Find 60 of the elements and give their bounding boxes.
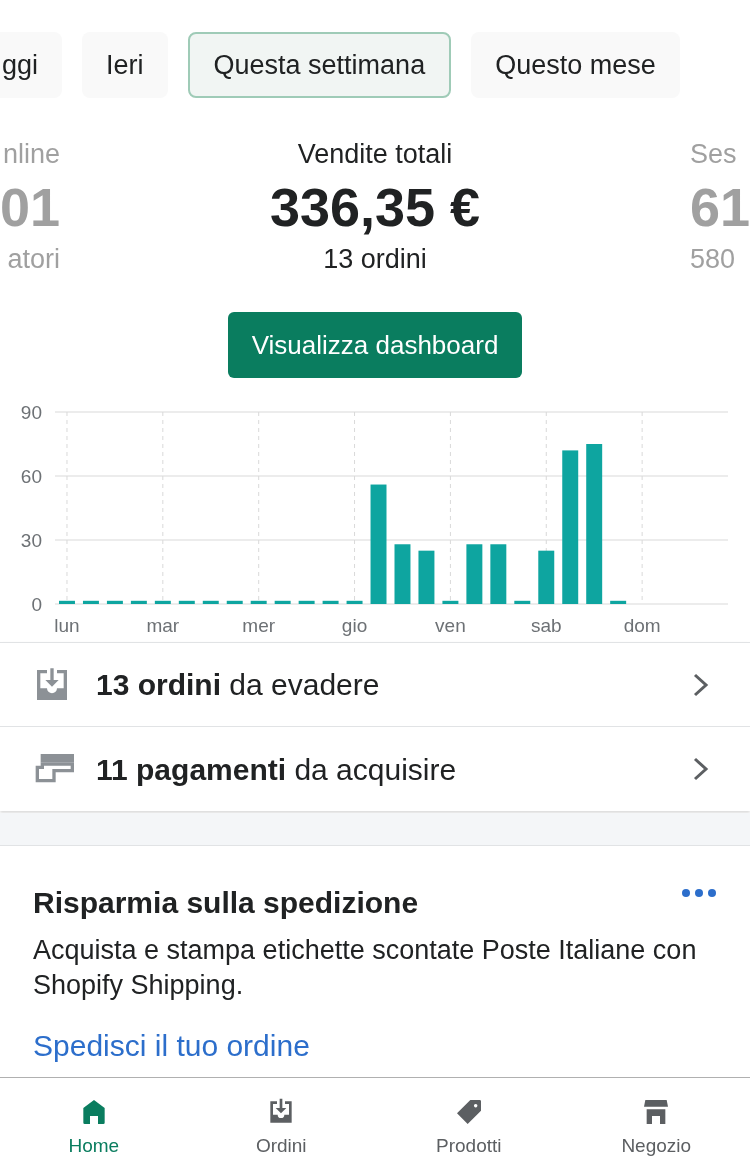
chart-bar [442, 600, 459, 604]
task-row[interactable]: 13 ordini da evadere [0, 643, 750, 727]
axis-label: 0 [31, 594, 42, 615]
stat-value: 61 [689, 175, 750, 239]
period-tab[interactable]: ggi [0, 32, 63, 98]
axis-label: gio [341, 615, 368, 636]
chart-bar [298, 600, 315, 604]
axis-label: 30 [20, 530, 42, 551]
task-text: 11 pagamenti da acquisire [96, 751, 458, 788]
axis-label: 60 [20, 466, 42, 487]
chart-bar [490, 544, 507, 604]
chart-bar [82, 600, 99, 604]
period-tab[interactable]: Questo mese [471, 32, 680, 98]
task-text: 13 ordini da evadere [96, 667, 381, 703]
chart-bar [130, 600, 147, 604]
period-tab[interactable]: Questa settimana [187, 32, 452, 98]
chart-bar [610, 600, 627, 604]
chevron-right-icon [692, 671, 710, 698]
more-icon[interactable] [681, 888, 717, 898]
chart-bar [538, 550, 555, 604]
stat-value: 336,35 € [269, 175, 481, 239]
card-body: Acquista e stampa etichette scontate Poste Italiane con Shopify Shipping. [33, 934, 698, 1002]
stat-subtitle: atori [7, 242, 61, 276]
axis-label: sab [530, 615, 562, 636]
card-title: Risparmia sulla spedizione [33, 885, 419, 921]
nav-tab[interactable]: Ordini [206, 1078, 357, 1169]
dashboard-button[interactable]: Visualizza dashboard [227, 312, 523, 378]
nav-tab[interactable]: Prodotti [393, 1078, 544, 1169]
axis-label: mer [242, 615, 276, 636]
stat-value: 01 [0, 175, 61, 239]
period-tab[interactable]: Ieri [82, 32, 168, 98]
axis-label: dom [623, 615, 661, 636]
chart-bar [418, 550, 435, 604]
chart-bar [154, 600, 171, 604]
stat-title: Vendite totali [297, 138, 453, 171]
chart-bar [250, 600, 267, 604]
chart-bar [178, 600, 195, 604]
chart-bar [346, 600, 363, 604]
nav-tab[interactable]: Negozio [581, 1078, 732, 1169]
axis-label: mar [146, 615, 180, 636]
nav-tab[interactable]: Home [18, 1078, 169, 1169]
stat-title: Ses [689, 138, 737, 171]
chart-bar [274, 600, 291, 604]
chart-bar [106, 600, 123, 604]
chevron-right-icon [692, 756, 710, 782]
axis-label: lun [54, 615, 80, 636]
chart-bar [466, 544, 483, 604]
task-row[interactable]: 11 pagamenti da acquisire [0, 727, 750, 811]
chart-bar [59, 600, 75, 604]
stat-subtitle: 580 [689, 242, 735, 276]
chart-bar [394, 544, 411, 604]
chart-bar [514, 600, 531, 604]
axis-label: 90 [20, 402, 42, 423]
chart-bar [226, 600, 243, 604]
chart-bar [202, 600, 219, 604]
card-link[interactable]: Spedisci il tuo ordine [33, 1023, 717, 1068]
chart-bar [322, 600, 339, 604]
axis-label: ven [435, 615, 466, 636]
stat-subtitle: 13 ordini [323, 242, 427, 276]
stat-title: nline [3, 138, 61, 171]
